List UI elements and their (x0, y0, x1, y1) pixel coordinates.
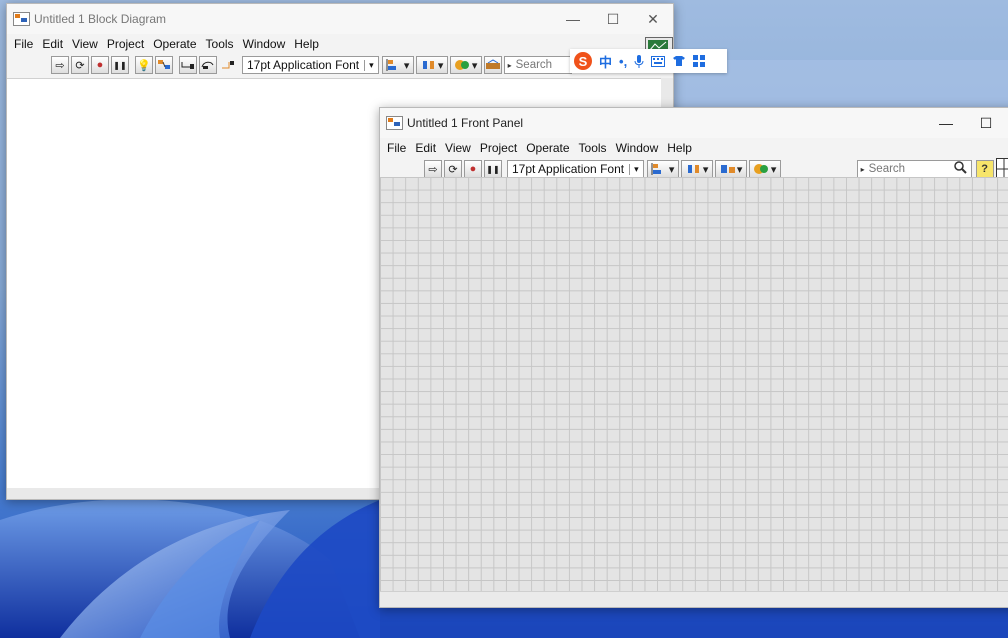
menu-file[interactable]: File (11, 37, 39, 51)
ime-toolbar[interactable]: S 中 •, (570, 49, 727, 73)
pause-button[interactable]: ❚❚ (484, 160, 502, 178)
search-field[interactable]: ▸ Search (856, 160, 972, 178)
run-button[interactable]: ⇨ (51, 56, 69, 74)
maximize-button[interactable]: ☐ (593, 4, 633, 34)
menu-tools[interactable]: Tools (203, 37, 240, 51)
search-field[interactable]: ▸ Search (503, 56, 572, 74)
distribute-objects-button[interactable]: ▾ (680, 160, 713, 178)
align-dropdown-icon: ▾ (403, 59, 410, 72)
reorder-dropdown-icon: ▾ (770, 163, 777, 176)
search-placeholder: Search (868, 163, 906, 175)
step-out-icon[interactable] (219, 56, 237, 74)
block-diagram-titlebar[interactable]: Untitled 1 Block Diagram — ☐ ✕ (7, 4, 673, 34)
menu-file[interactable]: File (384, 141, 412, 155)
front-panel-window[interactable]: Untitled 1 Front Panel — ☐ File Edit Vie… (379, 107, 1008, 608)
menu-project[interactable]: Project (477, 141, 523, 155)
close-button[interactable]: ✕ (633, 4, 673, 34)
step-over-icon[interactable] (199, 56, 217, 74)
distribute-dropdown-icon: ▾ (702, 163, 709, 176)
run-continuously-button[interactable]: ⟳ (71, 56, 89, 74)
font-select-dropdown[interactable]: 17pt Application Font ▾ (507, 160, 644, 178)
context-help-button[interactable]: ? (975, 160, 994, 178)
font-select-dropdown[interactable]: 17pt Application Font ▾ (242, 56, 379, 74)
toolbox-grid-icon[interactable] (693, 55, 706, 67)
chevron-down-icon: ▾ (364, 59, 374, 71)
retain-wire-values-icon[interactable] (155, 56, 173, 74)
abort-button[interactable]: ● (464, 160, 482, 178)
menu-window[interactable]: Window (613, 141, 665, 155)
menu-project[interactable]: Project (104, 37, 150, 51)
ime-mode-toggle[interactable]: 中 (599, 52, 612, 71)
clean-up-diagram-button[interactable] (483, 56, 502, 74)
menu-help[interactable]: Help (291, 37, 325, 51)
chevron-down-icon: ▾ (629, 163, 639, 175)
search-placeholder: Search (515, 59, 553, 71)
window-title: Untitled 1 Block Diagram (34, 12, 167, 26)
minimize-button[interactable]: — (926, 108, 966, 138)
reorder-button[interactable]: ▾ (748, 160, 781, 178)
menu-view[interactable]: View (69, 37, 104, 51)
window-title: Untitled 1 Front Panel (407, 116, 524, 130)
run-button[interactable]: ⇨ (424, 160, 442, 178)
menu-operate[interactable]: Operate (523, 141, 575, 155)
horizontal-scrollbar[interactable] (380, 591, 1008, 607)
labview-app-icon (386, 116, 403, 130)
menu-edit[interactable]: Edit (39, 37, 69, 51)
search-expand-icon: ▸ (860, 164, 865, 174)
font-select-value: 17pt Application Font (512, 162, 625, 176)
font-select-value: 17pt Application Font (247, 58, 360, 72)
skin-shirt-icon[interactable] (672, 55, 686, 67)
punctuation-toggle[interactable]: •, (619, 54, 627, 69)
minimize-button[interactable]: — (553, 4, 593, 34)
labview-app-icon (13, 12, 30, 26)
menu-bar: File Edit View Project Operate Tools Win… (380, 138, 1008, 158)
front-panel-titlebar[interactable]: Untitled 1 Front Panel — ☐ (380, 108, 1008, 138)
sogou-logo-icon[interactable]: S (574, 52, 592, 70)
menu-window[interactable]: Window (240, 37, 292, 51)
voice-input-icon[interactable] (634, 54, 644, 68)
run-continuously-button[interactable]: ⟳ (444, 160, 462, 178)
step-into-icon[interactable] (179, 56, 197, 74)
distribute-objects-button[interactable]: ▾ (415, 56, 448, 74)
distribute-dropdown-icon: ▾ (437, 59, 444, 72)
soft-keyboard-icon[interactable] (651, 55, 666, 67)
reorder-button[interactable]: ▾ (449, 56, 482, 74)
menu-view[interactable]: View (442, 141, 477, 155)
maximize-button[interactable]: ☐ (966, 108, 1006, 138)
menu-tools[interactable]: Tools (576, 141, 613, 155)
reorder-dropdown-icon: ▾ (471, 59, 478, 72)
resize-objects-button[interactable]: ▾ (714, 160, 747, 178)
align-dropdown-icon: ▾ (668, 163, 675, 176)
highlight-execution-button[interactable]: 💡 (135, 56, 153, 74)
pause-button[interactable]: ❚❚ (111, 56, 129, 74)
abort-button[interactable]: ● (91, 56, 109, 74)
menu-operate[interactable]: Operate (150, 37, 202, 51)
resize-dropdown-icon: ▾ (736, 163, 743, 176)
search-icon[interactable] (953, 161, 967, 177)
align-objects-button[interactable]: ▾ (646, 160, 679, 178)
menu-edit[interactable]: Edit (412, 141, 442, 155)
search-expand-icon: ▸ (507, 60, 512, 70)
align-objects-button[interactable]: ▾ (381, 56, 414, 74)
front-panel-canvas[interactable] (380, 177, 1008, 591)
menu-help[interactable]: Help (664, 141, 698, 155)
